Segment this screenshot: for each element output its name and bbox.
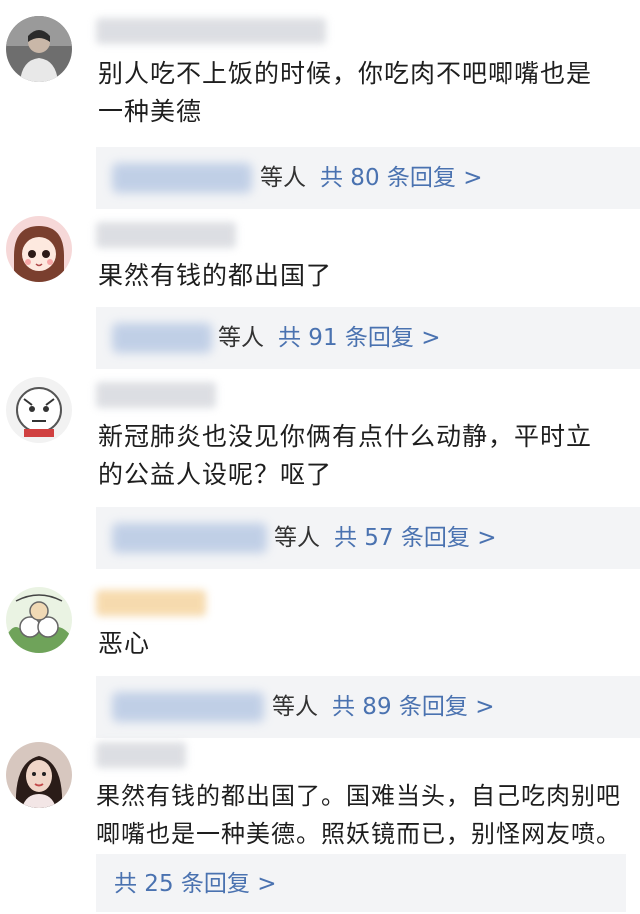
- reply-count[interactable]: 共 80 条回复 >: [320, 165, 482, 191]
- replies-link[interactable]: 等人共 89 条回复 >: [96, 676, 640, 738]
- reply-count[interactable]: 共 91 条回复 >: [278, 325, 440, 351]
- reply-users-suffix: 等人: [218, 325, 264, 351]
- replies-link[interactable]: 等人共 91 条回复 >: [96, 307, 640, 369]
- reply-count[interactable]: 共 89 条回复 >: [332, 694, 494, 720]
- reply-names-blurred: [112, 323, 212, 353]
- comment-text: 果然有钱的都出国了。国难当头，自己吃肉别吧 唧嘴也是一种美德。照妖镜而已，别怪网…: [96, 782, 621, 848]
- replies-link[interactable]: 共 25 条回复 >: [96, 854, 626, 912]
- reply-count[interactable]: 共 57 条回复 >: [334, 525, 496, 551]
- reply-users-suffix: 等人: [274, 525, 320, 551]
- comment-text: 新冠肺炎也没见你俩有点什么动静，平时立 的公益人设呢？呕了: [98, 422, 593, 489]
- reply-count[interactable]: 共 25 条回复 >: [114, 871, 276, 897]
- username-blurred: [96, 742, 186, 768]
- user-avatar[interactable]: [6, 377, 72, 443]
- user-avatar[interactable]: [6, 216, 72, 282]
- user-avatar[interactable]: [6, 742, 72, 808]
- user-avatar[interactable]: [6, 587, 72, 653]
- comment-text: 果然有钱的都出国了: [98, 261, 333, 290]
- comment-text: 别人吃不上饭的时候，你吃肉不吧唧嘴也是 一种美德: [98, 59, 593, 126]
- replies-link[interactable]: 等人共 57 条回复 >: [96, 507, 640, 569]
- username-blurred: [96, 222, 236, 248]
- user-avatar[interactable]: [6, 16, 72, 82]
- reply-names-blurred: [112, 163, 252, 193]
- username-blurred: [96, 382, 216, 408]
- reply-users-suffix: 等人: [260, 165, 306, 191]
- reply-names-blurred: [112, 692, 264, 722]
- username-blurred: [96, 590, 206, 616]
- comment-text: 恶心: [98, 629, 151, 658]
- username-blurred: [96, 18, 326, 44]
- replies-link[interactable]: 等人共 80 条回复 >: [96, 147, 640, 209]
- reply-names-blurred: [112, 523, 267, 553]
- reply-users-suffix: 等人: [272, 694, 318, 720]
